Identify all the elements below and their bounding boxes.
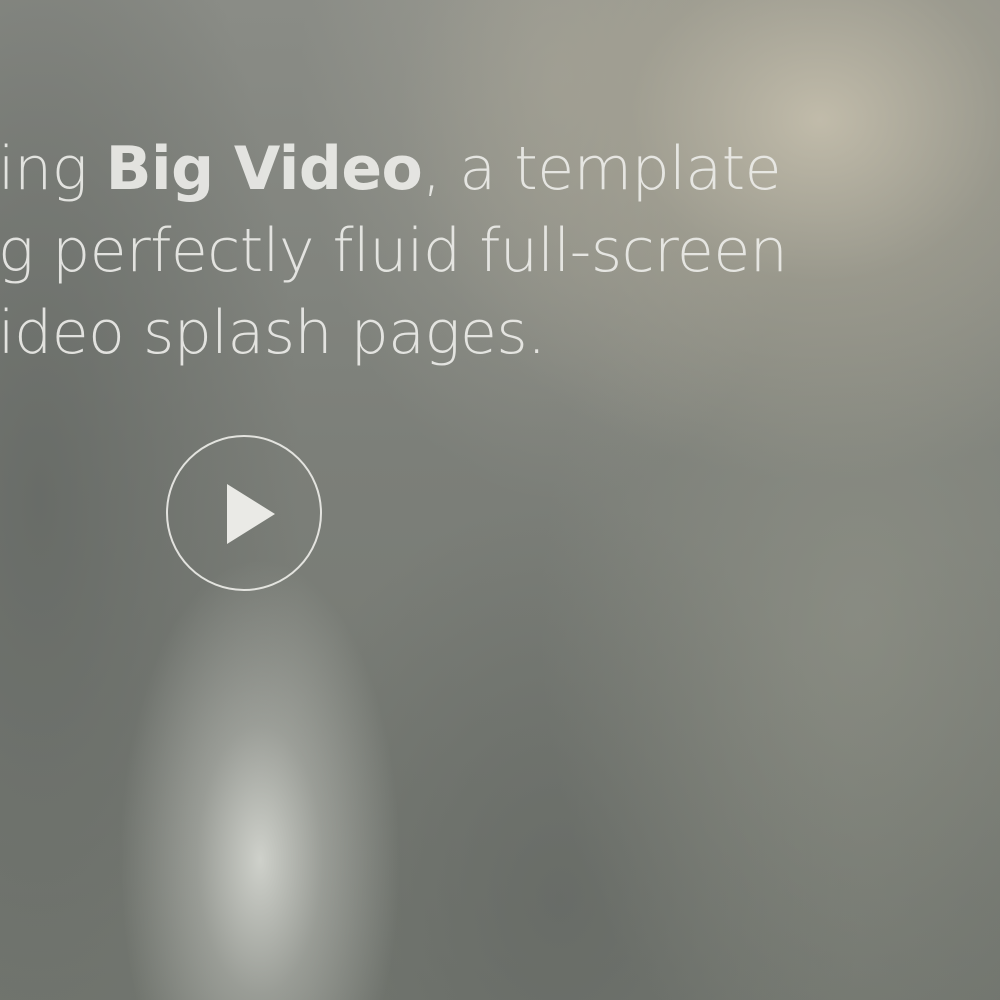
play-icon [227, 484, 275, 544]
hero-line-1-prefix: ing [0, 134, 106, 204]
hero-line-1: ing Big Video, a template [0, 128, 898, 210]
play-button[interactable] [166, 435, 322, 591]
hero-line-3: ideo splash pages. [0, 298, 546, 368]
video-splash-page: ing Big Video, a template g perfectly fl… [0, 0, 1000, 1000]
hero-headline: ing Big Video, a template g perfectly fl… [0, 128, 898, 374]
hero-line-1-suffix: , a template [422, 134, 782, 204]
hero-brand-name: Big Video [105, 134, 423, 204]
hero-line-2: g perfectly fluid full-screen [0, 216, 788, 286]
